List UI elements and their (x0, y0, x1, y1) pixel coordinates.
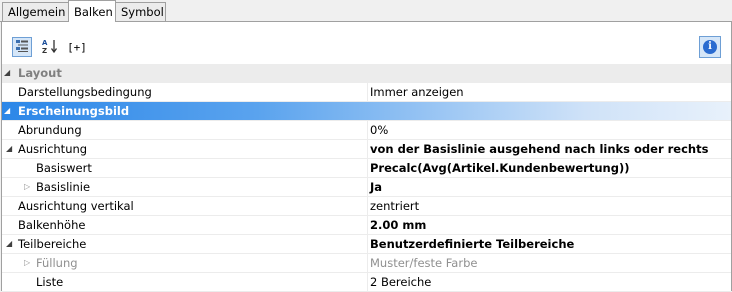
property-name: Basiswert (36, 161, 92, 175)
sort-az-icon: A Z (42, 38, 58, 57)
column-divider (367, 140, 368, 159)
property-value[interactable]: von der Basislinie ausgehend nach links … (370, 140, 708, 159)
property-value[interactable]: Precalc(Avg(Artikel.Kundenbewertung)) (370, 159, 629, 178)
category-label: Erscheinungsbild (18, 104, 130, 118)
property-value[interactable]: Benutzerdefinierte Teilbereiche (370, 235, 574, 254)
expand-arrow-icon[interactable]: ◢ (6, 240, 12, 248)
property-grid: ◢ Layout Darstellungsbedingung Immer anz… (2, 64, 731, 292)
property-toolbar: A Z [+] i (2, 22, 731, 64)
property-name: Ausrichtung vertikal (18, 199, 134, 213)
property-row-liste[interactable]: Liste 2 Bereiche (2, 273, 731, 292)
tab-symbol[interactable]: Symbol (115, 2, 166, 21)
column-divider (367, 254, 368, 273)
info-button[interactable]: i (699, 36, 721, 58)
column-divider (367, 216, 368, 235)
property-name: Darstellungsbedingung (18, 85, 152, 99)
property-name: Abrundung (18, 123, 82, 137)
property-row-darstellungsbedingung[interactable]: Darstellungsbedingung Immer anzeigen (2, 83, 731, 102)
column-divider (367, 235, 368, 254)
column-divider (367, 273, 368, 292)
category-layout[interactable]: ◢ Layout (2, 64, 731, 83)
property-value[interactable]: zentriert (370, 197, 419, 216)
column-divider (367, 178, 368, 197)
property-value[interactable]: Ja (370, 178, 382, 197)
formula-icon: [+] (67, 40, 87, 54)
category-label: Layout (18, 66, 62, 80)
collapsed-arrow-icon[interactable]: ▷ (24, 183, 30, 191)
property-value[interactable]: Immer anzeigen (370, 83, 464, 102)
svg-text:A: A (42, 39, 48, 47)
property-panel: A Z [+] i ◢ Layout Darstellungsbedingung… (1, 22, 732, 292)
property-name: Füllung (36, 256, 78, 270)
property-row-balkenhoehe[interactable]: Balkenhöhe 2.00 mm (2, 216, 731, 235)
expand-arrow-icon[interactable]: ◢ (6, 145, 12, 153)
svg-text:Z: Z (42, 47, 47, 54)
property-row-abrundung[interactable]: Abrundung 0% (2, 121, 731, 140)
property-value[interactable]: Muster/feste Farbe (370, 254, 477, 273)
tab-balken[interactable]: Balken (68, 0, 116, 22)
property-name: Teilbereiche (18, 237, 87, 251)
property-value[interactable]: 0% (370, 121, 388, 140)
property-name: Ausrichtung (18, 142, 88, 156)
property-row-fuellung[interactable]: ▷ Füllung Muster/feste Farbe (2, 254, 731, 273)
tab-strip: Allgemein Balken Symbol (0, 0, 732, 22)
property-name: Basislinie (36, 180, 91, 194)
property-row-ausrichtung[interactable]: ◢ Ausrichtung von der Basislinie ausgehe… (2, 140, 731, 159)
column-divider (367, 159, 368, 178)
formula-button[interactable]: [+] (66, 37, 88, 57)
property-row-basiswert[interactable]: Basiswert Precalc(Avg(Artikel.Kundenbewe… (2, 159, 731, 178)
collapsed-arrow-icon[interactable]: ▷ (24, 259, 30, 267)
property-value[interactable]: 2 Bereiche (370, 273, 431, 292)
property-row-basislinie[interactable]: ▷ Basislinie Ja (2, 178, 731, 197)
expand-arrow-icon[interactable]: ◢ (4, 69, 10, 77)
property-value[interactable]: 2.00 mm (370, 216, 426, 235)
property-name: Liste (36, 275, 64, 289)
sort-alphabetical-button[interactable]: A Z (40, 37, 60, 57)
property-name: Balkenhöhe (18, 218, 86, 232)
column-divider (367, 121, 368, 140)
category-erscheinungsbild[interactable]: ◢ Erscheinungsbild (2, 102, 731, 121)
info-icon: i (703, 40, 717, 54)
categorized-view-button[interactable] (12, 37, 32, 57)
column-divider (367, 83, 368, 102)
column-divider (367, 197, 368, 216)
categorized-view-icon (16, 39, 28, 55)
tab-allgemein[interactable]: Allgemein (2, 2, 69, 21)
property-row-teilbereiche[interactable]: ◢ Teilbereiche Benutzerdefinierte Teilbe… (2, 235, 731, 254)
expand-arrow-icon[interactable]: ◢ (4, 107, 10, 115)
property-row-ausrichtung-vertikal[interactable]: Ausrichtung vertikal zentriert (2, 197, 731, 216)
